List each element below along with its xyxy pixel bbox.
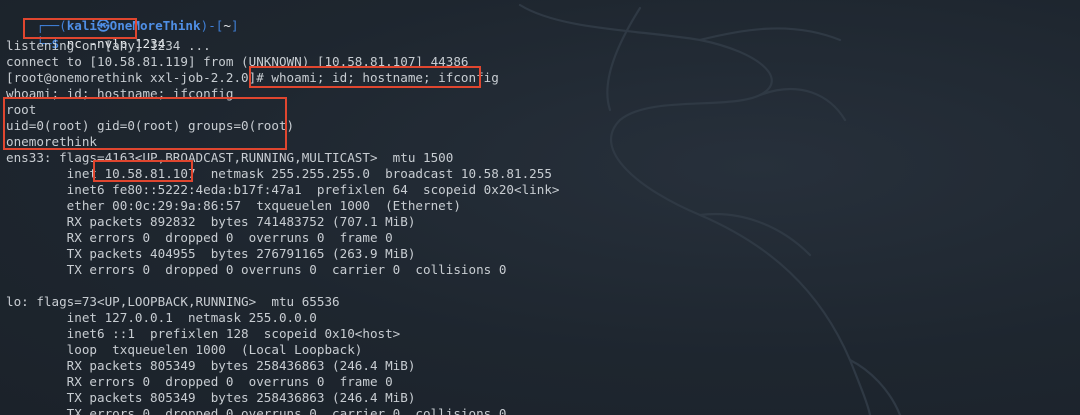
highlight-box-command <box>23 18 137 39</box>
output-line: RX packets 892832 bytes 741483752 (707.1… <box>6 214 416 229</box>
highlight-box-injected-command <box>249 66 481 88</box>
prompt-close: ] <box>230 18 239 33</box>
output-line: RX errors 0 dropped 0 overruns 0 frame 0 <box>6 230 393 245</box>
terminal-window[interactable]: ┌──(kali㉿OneMoreThink)-[~] └─$ nc -nvlp … <box>0 0 1080 415</box>
highlight-box-ip-address <box>93 160 193 182</box>
prompt-separator: )-[ <box>200 18 224 33</box>
prompt-cwd: ~ <box>223 18 231 33</box>
output-line: ether 00:0c:29:9a:86:57 txqueuelen 1000 … <box>6 198 461 213</box>
output-line: ens33: flags=4163<UP,BROADCAST,RUNNING,M… <box>6 150 454 165</box>
output-line: loop txqueuelen 1000 (Local Loopback) <box>6 342 363 357</box>
output-line: RX errors 0 dropped 0 overruns 0 frame 0 <box>6 374 393 389</box>
output-line: lo: flags=73<UP,LOOPBACK,RUNNING> mtu 65… <box>6 294 340 309</box>
output-line: listening on [any] 1234 ... <box>6 38 211 53</box>
output-line: TX errors 0 dropped 0 overruns 0 carrier… <box>6 262 507 277</box>
output-line: inet6 fe80::5222:4eda:b17f:47a1 prefixle… <box>6 182 560 197</box>
output-line: TX packets 805349 bytes 258436863 (246.4… <box>6 390 416 405</box>
output-line: TX errors 0 dropped 0 overruns 0 carrier… <box>6 406 507 415</box>
output-line: inet 10.58.81.107 netmask 255.255.255.0 … <box>6 166 552 181</box>
highlight-box-identity-output <box>3 97 287 150</box>
output-line: inet6 ::1 prefixlen 128 scopeid 0x10<hos… <box>6 326 401 341</box>
output-line: inet 127.0.0.1 netmask 255.0.0.0 <box>6 310 317 325</box>
output-line: TX packets 404955 bytes 276791165 (263.9… <box>6 246 416 261</box>
prompt-line-top: ┌──(kali㉿OneMoreThink)-[~] <box>6 2 238 33</box>
output-line: RX packets 805349 bytes 258436863 (246.4… <box>6 358 416 373</box>
